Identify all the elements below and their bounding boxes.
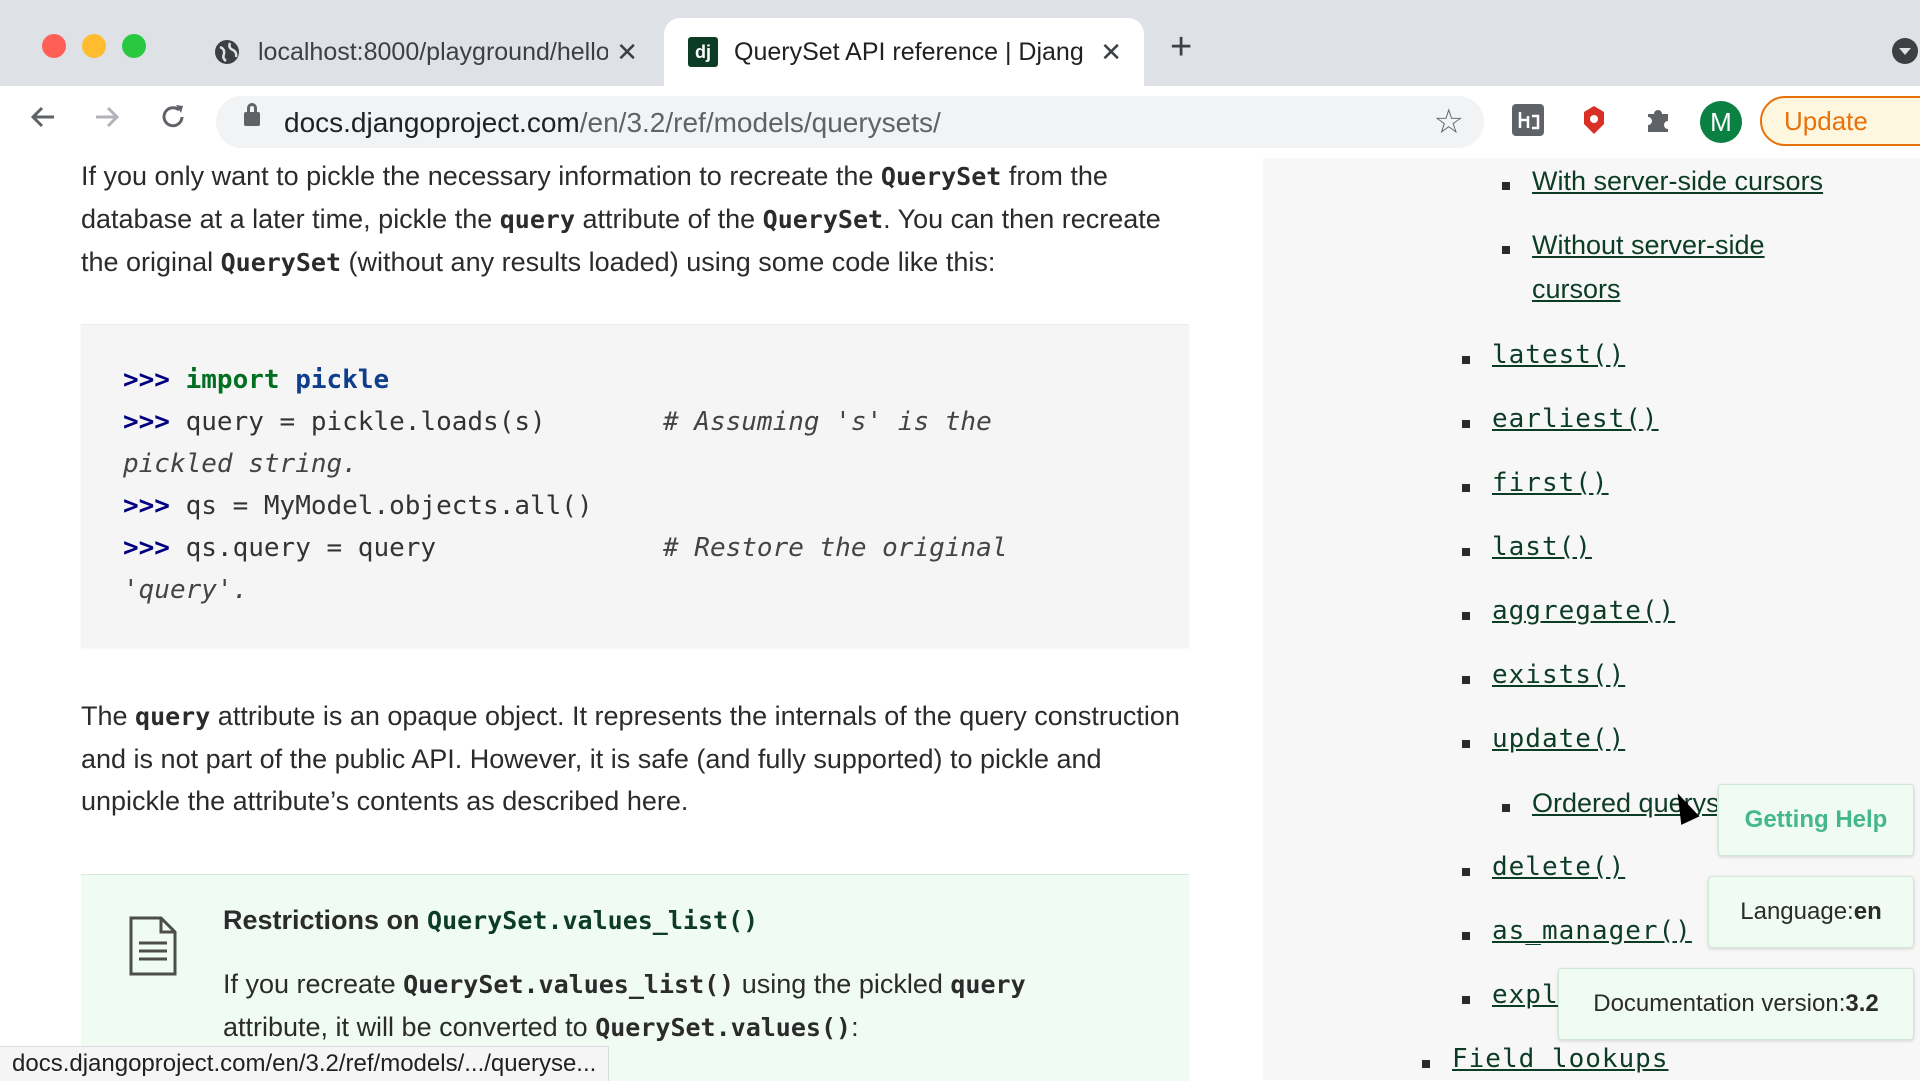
code-comment: 'query'.	[123, 575, 249, 605]
maximize-window-button[interactable]	[122, 34, 146, 58]
values-link[interactable]: QuerySet.values()	[595, 1012, 851, 1042]
code-comment: # Assuming 's' is the	[663, 407, 992, 437]
address-bar[interactable]: docs.djangoproject.com/en/3.2/ref/models…	[216, 96, 1484, 148]
close-tab-icon[interactable]: ✕	[1100, 37, 1122, 68]
new-tab-plus-icon[interactable]: +	[1170, 26, 1192, 69]
getting-help-button[interactable]: Getting Help	[1718, 784, 1914, 856]
document-note-icon	[129, 916, 177, 976]
code-line: >>> import pickle	[123, 365, 390, 395]
status-bar-url: docs.djangoproject.com/en/3.2/ref/models…	[0, 1046, 610, 1081]
browser-titlebar: localhost:8000/playground/hello/ ✕ dj Qu…	[0, 0, 1920, 86]
address-url[interactable]: docs.djangoproject.com/en/3.2/ref/models…	[284, 107, 941, 139]
globe-icon	[215, 40, 239, 64]
back-arrow-icon[interactable]	[28, 102, 58, 140]
code-line: >>> qs.query = query	[123, 533, 437, 563]
code-line: >>> qs = MyModel.objects.all()	[123, 491, 593, 521]
minimize-window-button[interactable]	[82, 34, 106, 58]
code-line: >>> query = pickle.loads(s)	[123, 407, 546, 437]
tab-search-chevron-icon[interactable]	[1892, 38, 1918, 64]
code-comment: pickled string.	[123, 449, 358, 479]
code-comment: # Restore the original	[663, 533, 1008, 563]
tab-title: localhost:8000/playground/hello/	[258, 37, 608, 66]
note-text: If you recreate QuerySet.values_list() u…	[223, 969, 1026, 1042]
documentation-version-selector[interactable]: Documentation version: 3.2	[1558, 968, 1914, 1040]
pickle-intro-paragraph: If you only want to pickle the necessary…	[81, 161, 1161, 277]
tab-queryset-api[interactable]: dj QuerySet API reference | Django docum…	[664, 18, 1144, 86]
forward-arrow-icon[interactable]	[92, 102, 122, 140]
browser-toolbar: docs.djangoproject.com/en/3.2/ref/models…	[0, 86, 1920, 159]
note-title: Restrictions on QuerySet.values_list()	[223, 905, 759, 935]
query-attribute-paragraph: The query attribute is an opaque object.…	[81, 701, 1180, 816]
tab-localhost[interactable]: localhost:8000/playground/hello/ ✕	[200, 18, 660, 86]
shield-extension-icon[interactable]	[1578, 104, 1610, 136]
values-list-link[interactable]: QuerySet.values_list()	[403, 969, 734, 999]
tabbed-extension-icon[interactable]	[1512, 104, 1544, 136]
code-block: >>> import pickle >>> query = pickle.loa…	[81, 324, 1189, 647]
toc-item-explain[interactable]: explain()	[1462, 980, 1562, 1020]
update-button[interactable]: Update	[1760, 96, 1920, 146]
language-selector[interactable]: Language: en	[1708, 876, 1914, 948]
django-favicon-icon: dj	[688, 37, 718, 67]
puzzle-extensions-icon[interactable]	[1642, 104, 1674, 136]
lock-icon[interactable]	[244, 103, 260, 126]
bookmark-star-icon[interactable]: ☆	[1434, 102, 1464, 142]
profile-avatar[interactable]: M	[1700, 101, 1742, 143]
close-tab-icon[interactable]: ✕	[616, 37, 638, 68]
reload-icon[interactable]	[158, 102, 188, 140]
tab-title: QuerySet API reference | Django document…	[734, 37, 1084, 66]
close-window-button[interactable]	[42, 34, 66, 58]
